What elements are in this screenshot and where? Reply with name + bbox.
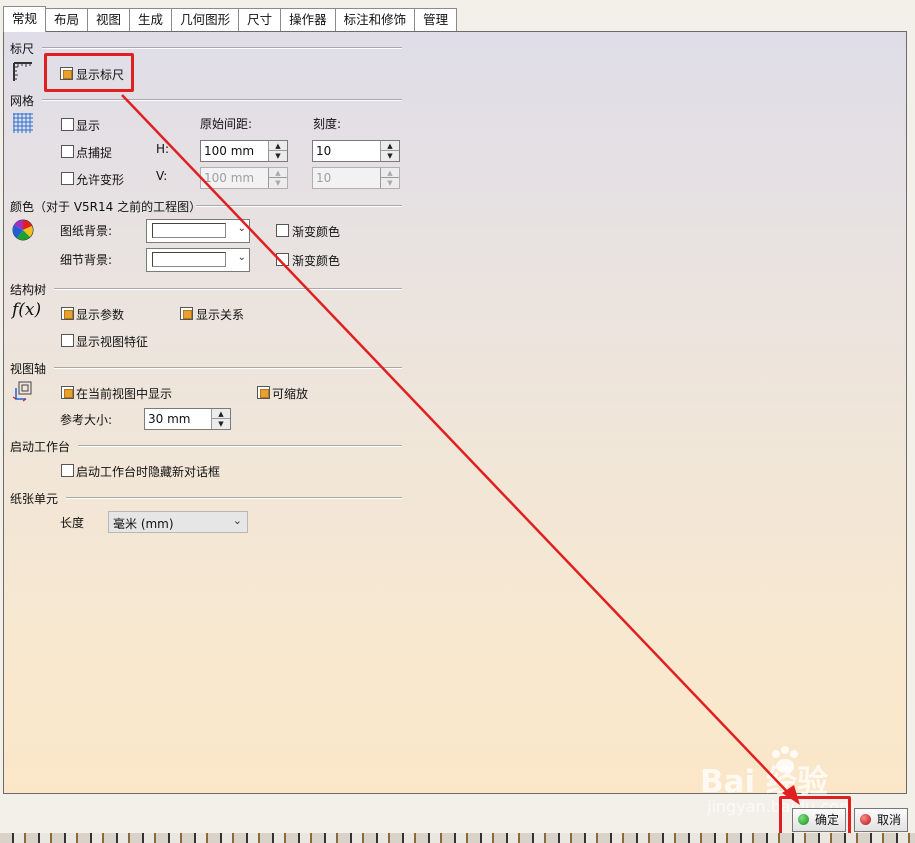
taskbar-strip bbox=[0, 833, 915, 843]
annotation-arrow bbox=[121, 94, 800, 805]
tab-general[interactable]: 常规 bbox=[3, 6, 47, 32]
